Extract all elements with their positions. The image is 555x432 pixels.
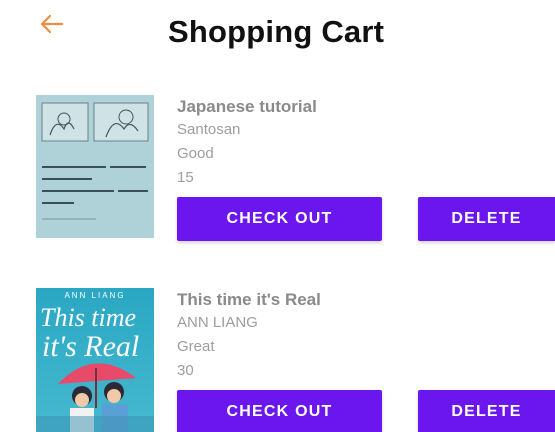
cover-author: ANN LIANG xyxy=(64,291,125,300)
back-button[interactable] xyxy=(36,10,70,38)
cart-item: ANN LIANG This time it's Real This time … xyxy=(0,288,555,432)
book-author: ANN LIANG xyxy=(177,314,258,331)
book-condition: Great xyxy=(177,338,215,355)
book-price: 30 xyxy=(177,362,194,379)
cover-title-line1: This time xyxy=(40,303,136,332)
delete-button[interactable]: DELETE xyxy=(418,390,555,432)
book-author: Santosan xyxy=(177,121,241,138)
cover-title-line2: it's Real xyxy=(42,330,139,363)
item-details: Japanese tutorial Santosan Good 15 xyxy=(177,96,317,190)
book-title: This time it's Real xyxy=(177,290,321,309)
book-cover-image[interactable] xyxy=(36,95,154,238)
book-price: 15 xyxy=(177,169,194,186)
checkout-button[interactable]: CHECK OUT xyxy=(177,390,382,432)
checkout-button[interactable]: CHECK OUT xyxy=(177,197,382,241)
page-title: Shopping Cart xyxy=(168,14,385,49)
delete-button[interactable]: DELETE xyxy=(418,197,555,241)
book-title: Japanese tutorial xyxy=(177,97,317,116)
book-condition: Good xyxy=(177,145,214,162)
item-details: This time it's Real ANN LIANG Great 30 xyxy=(177,289,321,383)
arrow-left-icon xyxy=(40,14,64,34)
cart-item: Japanese tutorial Santosan Good 15 CHECK… xyxy=(0,95,555,245)
book-cover-image[interactable]: ANN LIANG This time it's Real xyxy=(36,288,154,432)
